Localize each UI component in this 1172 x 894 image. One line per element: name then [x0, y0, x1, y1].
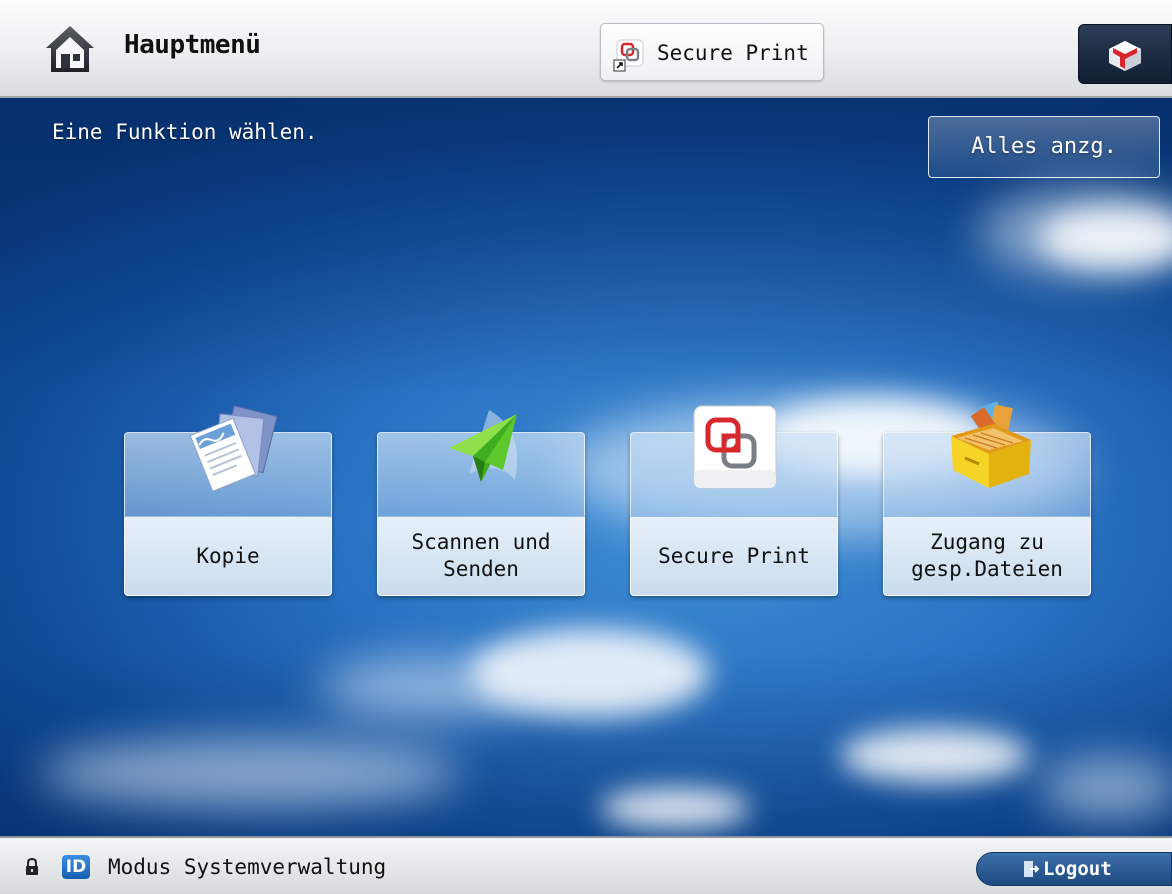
secure-print-shortcut-button[interactable]: Secure Print: [600, 23, 824, 81]
show-all-label: Alles anzg.: [971, 134, 1117, 159]
id-badge: ID: [62, 855, 90, 879]
cloud-decoration: [320, 658, 540, 718]
instruction-text: Eine Funktion wählen.: [52, 120, 318, 144]
footer-bar: ID Modus Systemverwaltung Logout: [0, 836, 1172, 894]
logout-icon: [1024, 861, 1039, 877]
tile-label-area: Scannen und Senden: [377, 516, 585, 596]
tile-label: Scannen und Senden: [411, 530, 551, 581]
mode-status-text: Modus Systemverwaltung: [108, 855, 387, 879]
cloud-decoration: [600, 788, 750, 828]
tile-label: Zugang zu gesp.Dateien: [911, 530, 1063, 581]
cloud-decoration: [840, 728, 1030, 783]
home-icon[interactable]: [42, 22, 98, 74]
cloud-decoration: [1040, 758, 1172, 818]
stored-files-icon: [951, 401, 1031, 488]
tile-copy[interactable]: Kopie: [124, 405, 332, 596]
tile-label-area: Kopie: [124, 516, 332, 596]
cloud-decoration: [40, 738, 460, 808]
copy-icon: [189, 405, 278, 492]
logout-button[interactable]: Logout: [976, 852, 1172, 886]
secure-print-shortcut-icon: [613, 39, 644, 72]
shortcut-label: Secure Print: [657, 41, 809, 65]
secure-print-icon: [693, 405, 777, 489]
tile-label: Secure Print: [658, 543, 810, 568]
tile-label-area: Zugang zu gesp.Dateien: [883, 516, 1091, 596]
main-menu-area: Eine Funktion wählen. Alles anzg. Kopie: [0, 98, 1172, 836]
scan-send-icon: [449, 410, 518, 482]
status-monitor-icon: [1109, 41, 1141, 71]
logout-label: Logout: [1043, 858, 1112, 880]
lock-icon: [26, 858, 38, 875]
status-monitor-button[interactable]: [1078, 24, 1172, 84]
header-bar: Hauptmenü Secure Print: [0, 0, 1172, 98]
show-all-button[interactable]: Alles anzg.: [928, 116, 1160, 178]
tile-label-area: Secure Print: [630, 516, 838, 596]
tile-secure-print[interactable]: Secure Print: [630, 405, 838, 596]
tile-scan-send[interactable]: Scannen und Senden: [377, 410, 585, 596]
tile-label: Kopie: [196, 543, 260, 568]
tile-stored-files[interactable]: Zugang zu gesp.Dateien: [883, 401, 1091, 596]
page-title: Hauptmenü: [124, 30, 261, 60]
